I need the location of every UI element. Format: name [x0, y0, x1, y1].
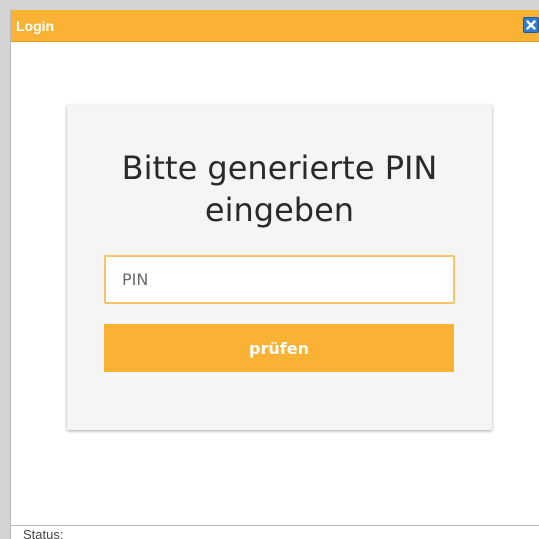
pin-input[interactable] [104, 255, 455, 304]
window-titlebar: Login [11, 10, 539, 42]
close-button[interactable] [523, 17, 539, 33]
status-bar: Status: [11, 525, 539, 539]
page-title: Bitte generierte PIN eingeben [121, 149, 438, 229]
login-window: Login Bitte generierte PIN eingeben prüf… [10, 10, 539, 539]
submit-button[interactable]: prüfen [104, 324, 454, 372]
close-icon [526, 20, 536, 30]
login-card: Bitte generierte PIN eingeben prüfen [67, 105, 492, 430]
window-title: Login [16, 18, 55, 34]
status-label: Status: [23, 527, 64, 539]
